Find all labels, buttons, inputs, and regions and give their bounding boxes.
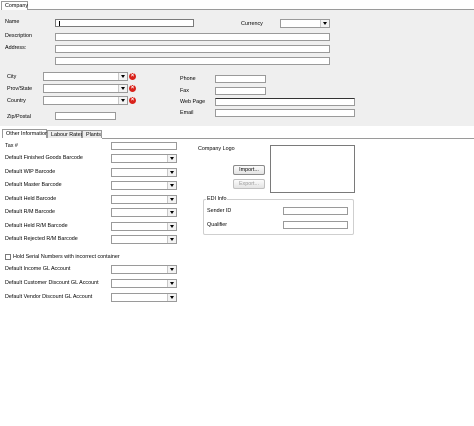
chevron-down-icon[interactable] xyxy=(320,20,329,27)
company-logo-box[interactable] xyxy=(270,145,355,193)
hold-serial-checkbox[interactable] xyxy=(5,254,11,260)
barcode-label: Default Finished Goods Barcode xyxy=(5,155,83,161)
barcode-label: Default Held R/M Barcode xyxy=(5,222,68,229)
barcode-dropdown[interactable] xyxy=(111,154,177,163)
qualifier-input[interactable] xyxy=(283,221,348,229)
address-line1-input[interactable] xyxy=(55,45,330,53)
sender-id-input[interactable] xyxy=(283,207,348,215)
currency-label: Currency xyxy=(241,21,263,27)
webpage-input[interactable] xyxy=(215,98,355,106)
chevron-down-icon[interactable] xyxy=(167,294,176,301)
address-line2-input[interactable] xyxy=(55,57,330,65)
barcode-dropdown[interactable] xyxy=(111,235,177,244)
delete-x-icon[interactable]: × xyxy=(129,73,136,80)
qualifier-label: Qualifier xyxy=(207,222,228,228)
import-button[interactable]: Import... xyxy=(233,165,265,175)
name-input[interactable] xyxy=(55,19,194,27)
barcode-label: Default Master Barcode xyxy=(5,182,62,188)
tab-plants[interactable]: Plants xyxy=(82,130,102,138)
chevron-down-icon[interactable] xyxy=(118,97,127,104)
delete-x-icon[interactable]: × xyxy=(129,97,136,104)
edi-info-group xyxy=(203,199,354,235)
tab-company-label: Company xyxy=(5,3,29,9)
tab-labour-label: Labour Rates xyxy=(51,132,84,138)
edi-info-title: EDI Info xyxy=(206,196,228,202)
gl-account-dropdown[interactable] xyxy=(111,279,177,288)
tax-label: Tax # xyxy=(5,143,18,149)
chevron-down-icon[interactable] xyxy=(167,168,176,176)
country-label: Country xyxy=(7,98,26,104)
tab-labour-rates[interactable]: Labour Rates xyxy=(47,130,84,138)
barcode-label: Default WIP Barcode xyxy=(5,168,56,175)
gl-account-dropdown[interactable] xyxy=(111,293,177,302)
zip-label: Zip/Postal xyxy=(7,114,31,120)
chevron-down-icon[interactable] xyxy=(167,195,176,203)
prov-label: Prov/State xyxy=(7,86,33,92)
export-label: Export... xyxy=(238,181,260,187)
tab-strip-line-lower xyxy=(102,138,474,139)
text-caret xyxy=(59,21,60,26)
barcode-dropdown[interactable] xyxy=(111,194,177,204)
phone-input[interactable] xyxy=(215,75,266,83)
chevron-down-icon[interactable] xyxy=(167,266,176,273)
currency-dropdown[interactable] xyxy=(280,19,330,28)
city-label: City xyxy=(7,74,17,80)
tab-company[interactable]: Company xyxy=(1,1,28,10)
barcode-dropdown[interactable] xyxy=(111,208,177,217)
gl-account-label: Default Vendor Discount GL Account xyxy=(5,294,93,300)
gl-account-dropdown[interactable] xyxy=(111,265,177,274)
prov-dropdown[interactable] xyxy=(43,84,128,93)
barcode-label: Default R/M Barcode xyxy=(5,209,56,215)
barcode-dropdown[interactable] xyxy=(111,221,177,231)
email-label: Email xyxy=(180,110,194,116)
zip-input[interactable] xyxy=(55,112,116,120)
name-label: Name xyxy=(5,19,20,25)
city-dropdown[interactable] xyxy=(43,72,128,81)
email-input[interactable] xyxy=(215,109,355,117)
barcode-label: Default Rejected R/M Barcode xyxy=(5,236,78,242)
chevron-down-icon[interactable] xyxy=(167,182,176,189)
chevron-down-icon[interactable] xyxy=(118,73,127,80)
gl-account-label: Default Income GL Account xyxy=(5,266,71,272)
chevron-down-icon[interactable] xyxy=(167,236,176,243)
chevron-down-icon[interactable] xyxy=(167,209,176,216)
barcode-dropdown[interactable] xyxy=(111,167,177,177)
hold-serial-label: Hold Serial Numbers with incorrect conta… xyxy=(13,254,120,260)
phone-label: Phone xyxy=(180,76,196,82)
description-label: Description xyxy=(5,33,32,39)
import-label: Import... xyxy=(239,167,259,173)
tab-other-label: Other Information xyxy=(6,131,48,137)
chevron-down-icon[interactable] xyxy=(167,280,176,287)
tab-plants-label: Plants xyxy=(86,132,101,138)
gl-account-label: Default Customer Discount GL Account xyxy=(5,280,99,286)
chevron-down-icon[interactable] xyxy=(118,85,127,92)
address-label: Address: xyxy=(5,45,27,51)
company-logo-label: Company Logo xyxy=(198,146,235,152)
chevron-down-icon[interactable] xyxy=(167,222,176,230)
tab-other-information[interactable]: Other Information xyxy=(2,129,48,138)
export-button[interactable]: Export... xyxy=(233,179,265,189)
barcode-label: Default Held Barcode xyxy=(5,195,57,202)
company-panel: Name Currency Description Address: City … xyxy=(0,10,474,126)
description-input[interactable] xyxy=(55,33,330,41)
country-dropdown[interactable] xyxy=(43,96,128,105)
fax-label: Fax xyxy=(180,88,189,94)
sender-id-label: Sender ID xyxy=(207,208,232,214)
tax-input[interactable] xyxy=(111,142,177,150)
fax-input[interactable] xyxy=(215,87,266,95)
chevron-down-icon[interactable] xyxy=(167,155,176,162)
barcode-dropdown[interactable] xyxy=(111,181,177,190)
delete-x-icon[interactable]: × xyxy=(129,85,136,92)
webpage-label: Web Page xyxy=(180,99,206,105)
